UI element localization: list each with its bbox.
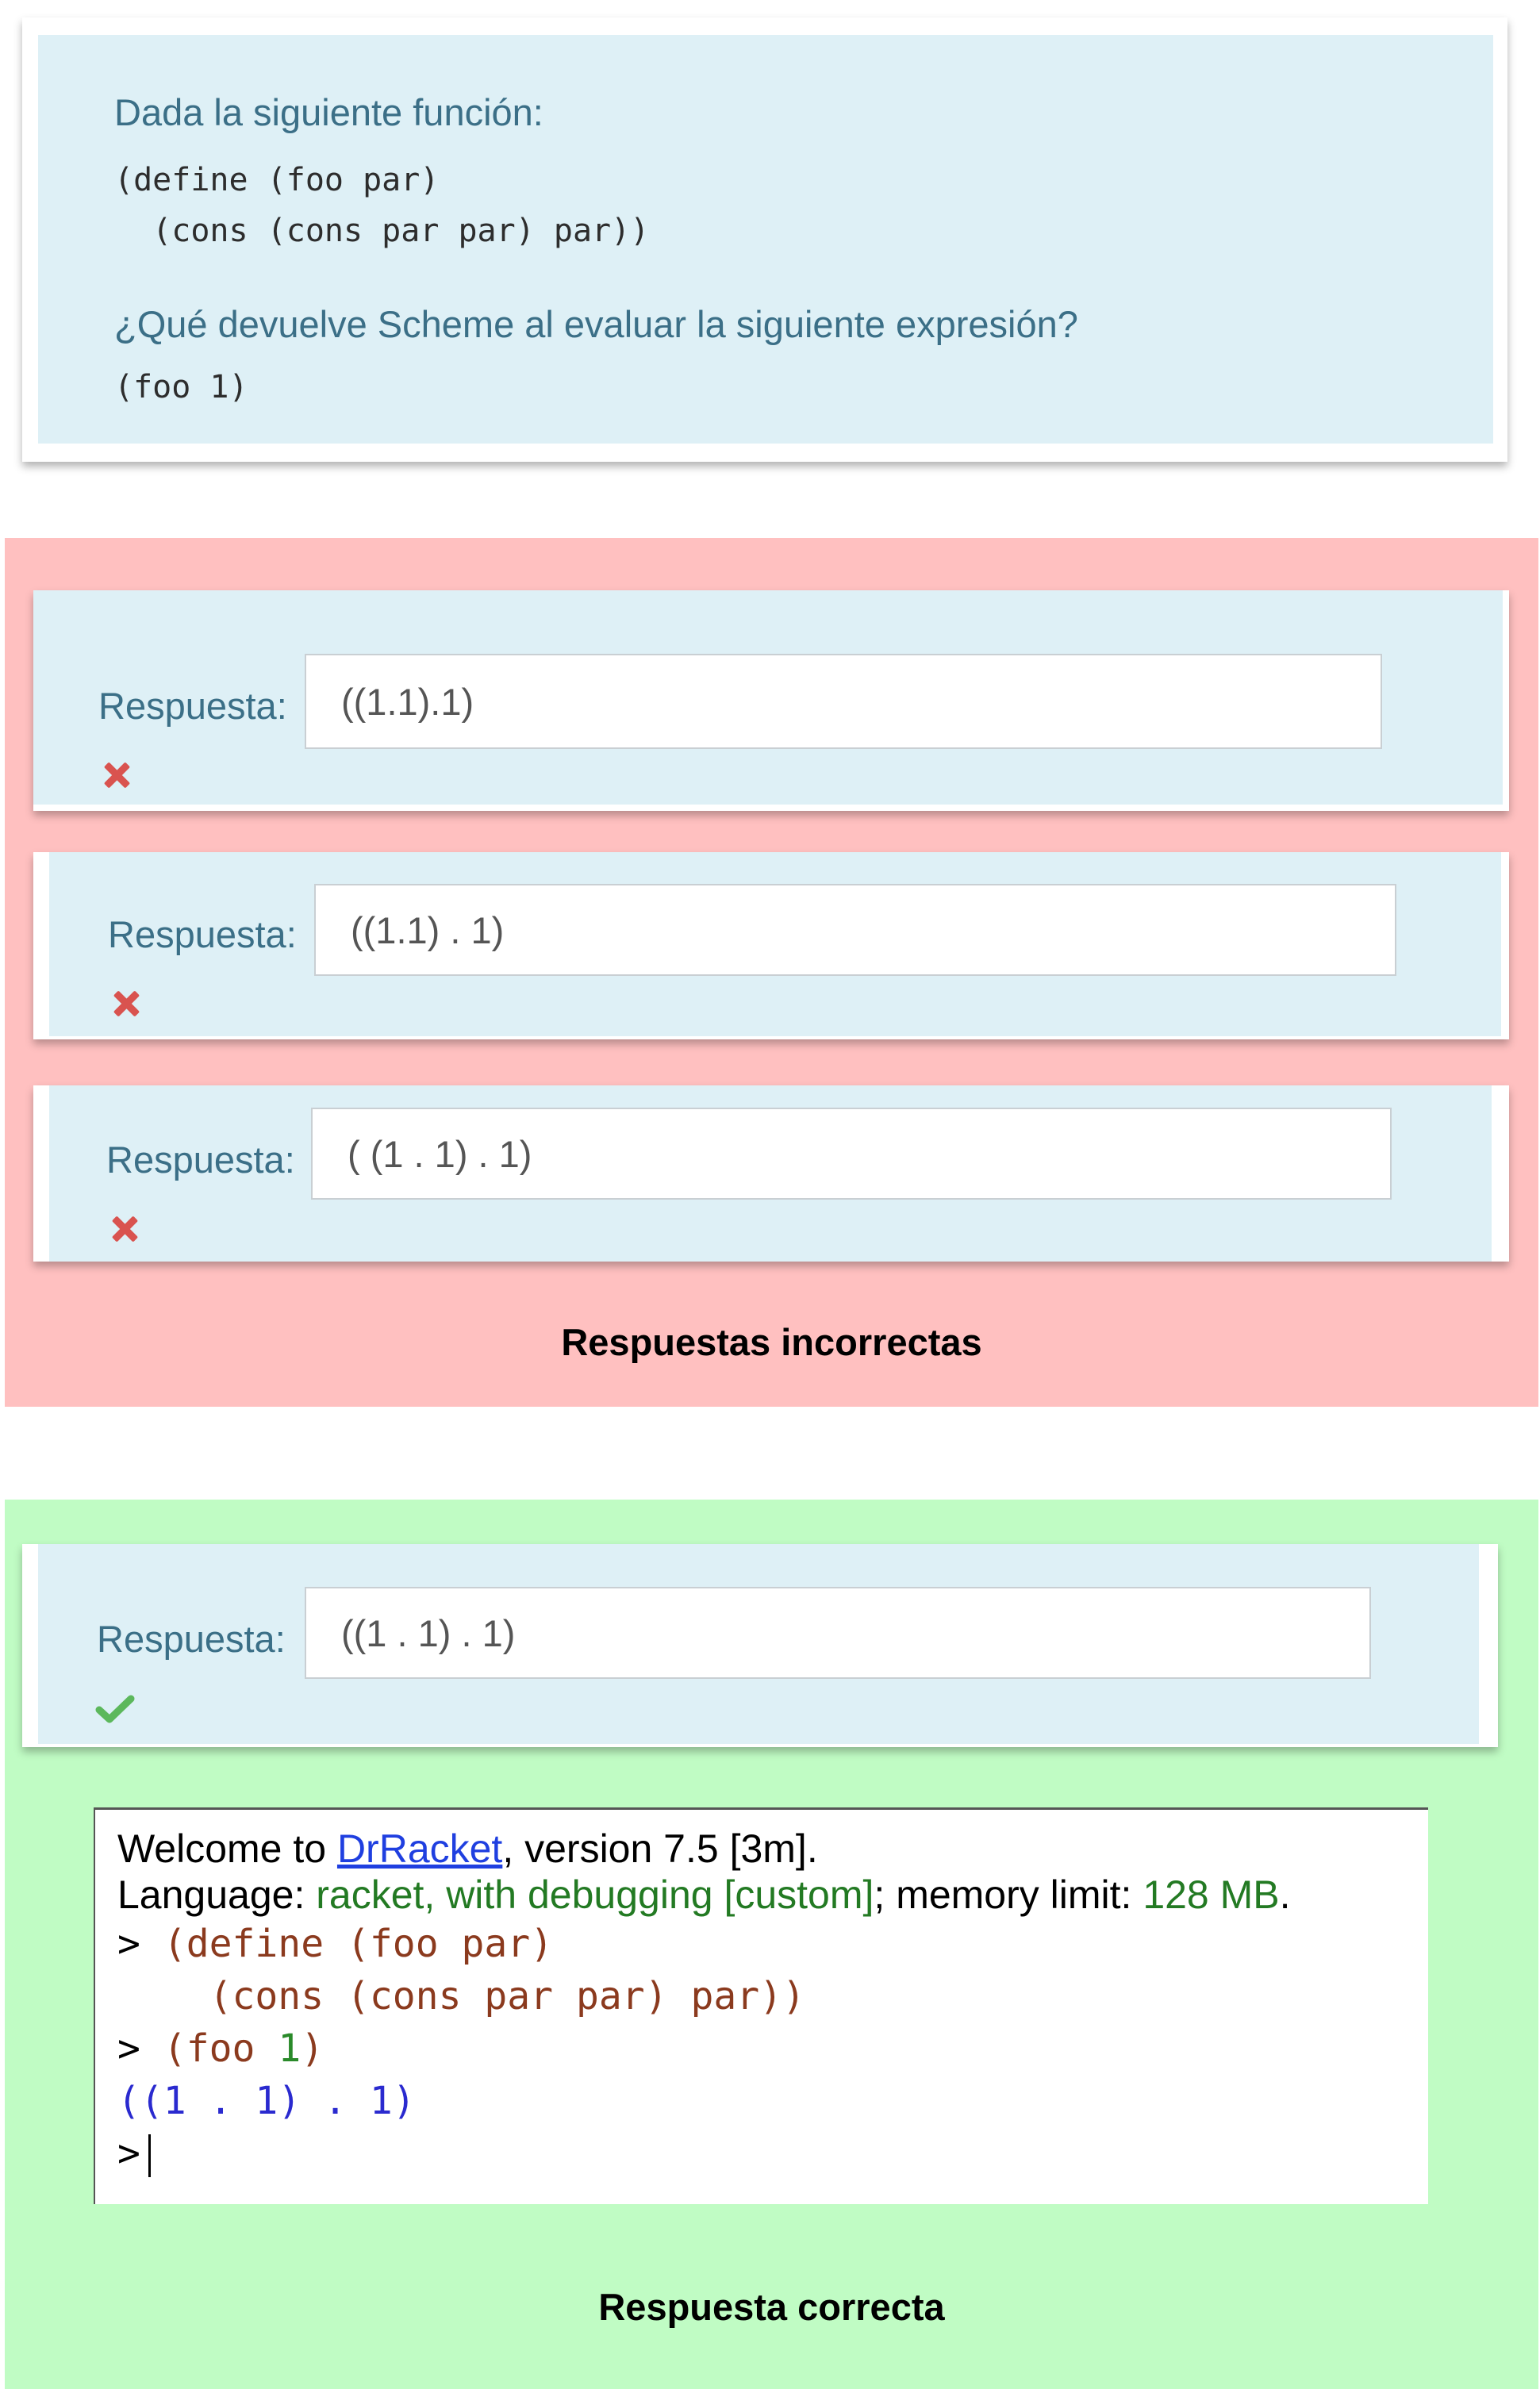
- answer-body: Respuesta: ((1 . 1) . 1): [38, 1544, 1479, 1744]
- answer-card: Respuesta: ((1.1).1): [33, 590, 1509, 811]
- answer-card: Respuesta: ( (1 . 1) . 1): [33, 1085, 1509, 1262]
- incorrect-mark-icon: [111, 989, 141, 1019]
- prompt-symbol: >: [117, 2131, 140, 2176]
- question-body: Dada la siguiente función: (define (foo …: [38, 35, 1493, 444]
- text-cursor: [148, 2134, 151, 2177]
- answer-input[interactable]: ((1.1) . 1): [314, 884, 1396, 976]
- prompt-symbol: >: [117, 2026, 140, 2071]
- answer-label: Respuesta:: [108, 913, 297, 955]
- call-open: (foo: [163, 2026, 278, 2071]
- repl-call-line: > (foo 1): [117, 2022, 1428, 2075]
- code-line: (define (foo par): [114, 162, 440, 198]
- define-code-body: (cons (cons par par) par)): [209, 1974, 805, 2018]
- answer-card: Respuesta: ((1.1) . 1): [33, 852, 1509, 1039]
- language-label: Language:: [117, 1872, 317, 1917]
- repl-define-line2: (cons (cons par par) par)): [117, 1970, 1428, 2022]
- prompt-symbol: >: [117, 1922, 140, 1966]
- welcome-line: Welcome to DrRacket, version 7.5 [3m].: [117, 1826, 1428, 1872]
- repl-define-line1: > (define (foo par): [117, 1918, 1428, 1970]
- language-line: Language: racket, with debugging [custom…: [117, 1872, 1428, 1918]
- answer-card: Respuesta: ((1 . 1) . 1): [22, 1544, 1498, 1747]
- define-code: (define (foo par): [163, 1922, 554, 1966]
- drracket-repl[interactable]: Welcome to DrRacket, version 7.5 [3m]. L…: [94, 1807, 1428, 2204]
- incorrect-answers-panel: Respuesta: ((1.1).1) Respuesta: ((1.1) .…: [5, 538, 1538, 1407]
- answer-label: Respuesta:: [106, 1139, 295, 1181]
- function-code: (define (foo par) (cons (cons par par) p…: [114, 155, 1493, 256]
- incorrect-mark-icon: [102, 760, 132, 790]
- drracket-link[interactable]: DrRacket: [337, 1826, 502, 1871]
- correct-caption: Respuesta correcta: [598, 2286, 945, 2328]
- answer-body: Respuesta: ( (1 . 1) . 1): [49, 1085, 1492, 1262]
- version-text: , version 7.5 [3m].: [502, 1826, 818, 1871]
- answer-input[interactable]: ((1 . 1) . 1): [305, 1587, 1371, 1679]
- repl-result: ((1 . 1) . 1): [117, 2079, 416, 2123]
- question-prompt: ¿Qué devuelve Scheme al evaluar la sigui…: [114, 303, 1078, 345]
- welcome-text: Welcome to: [117, 1826, 337, 1871]
- language-value: racket, with debugging [custom]: [316, 1872, 874, 1917]
- answer-input[interactable]: ((1.1).1): [305, 654, 1382, 749]
- memory-value: 128 MB: [1143, 1872, 1280, 1917]
- memory-suffix: .: [1279, 1872, 1291, 1917]
- answer-input[interactable]: ( (1 . 1) . 1): [311, 1108, 1392, 1200]
- incorrect-caption: Respuestas incorrectas: [561, 1321, 982, 1363]
- correct-check-icon: [95, 1695, 135, 1723]
- code-line: (cons (cons par par) par)): [114, 213, 650, 249]
- answer-body: Respuesta: ((1.1) . 1): [49, 852, 1501, 1036]
- question-card: Dada la siguiente función: (define (foo …: [22, 17, 1507, 462]
- memory-label: ; memory limit:: [874, 1872, 1143, 1917]
- incorrect-mark-icon: [109, 1214, 140, 1244]
- call-arg: 1: [278, 2026, 301, 2071]
- repl-input-line[interactable]: >: [117, 2127, 1428, 2180]
- call-close: ): [301, 2026, 325, 2071]
- answer-label: Respuesta:: [97, 1618, 286, 1660]
- answer-label: Respuesta:: [98, 685, 287, 727]
- question-intro: Dada la siguiente función:: [114, 91, 543, 133]
- answer-body: Respuesta: ((1.1).1): [33, 590, 1503, 805]
- question-expression: (foo 1): [114, 369, 248, 405]
